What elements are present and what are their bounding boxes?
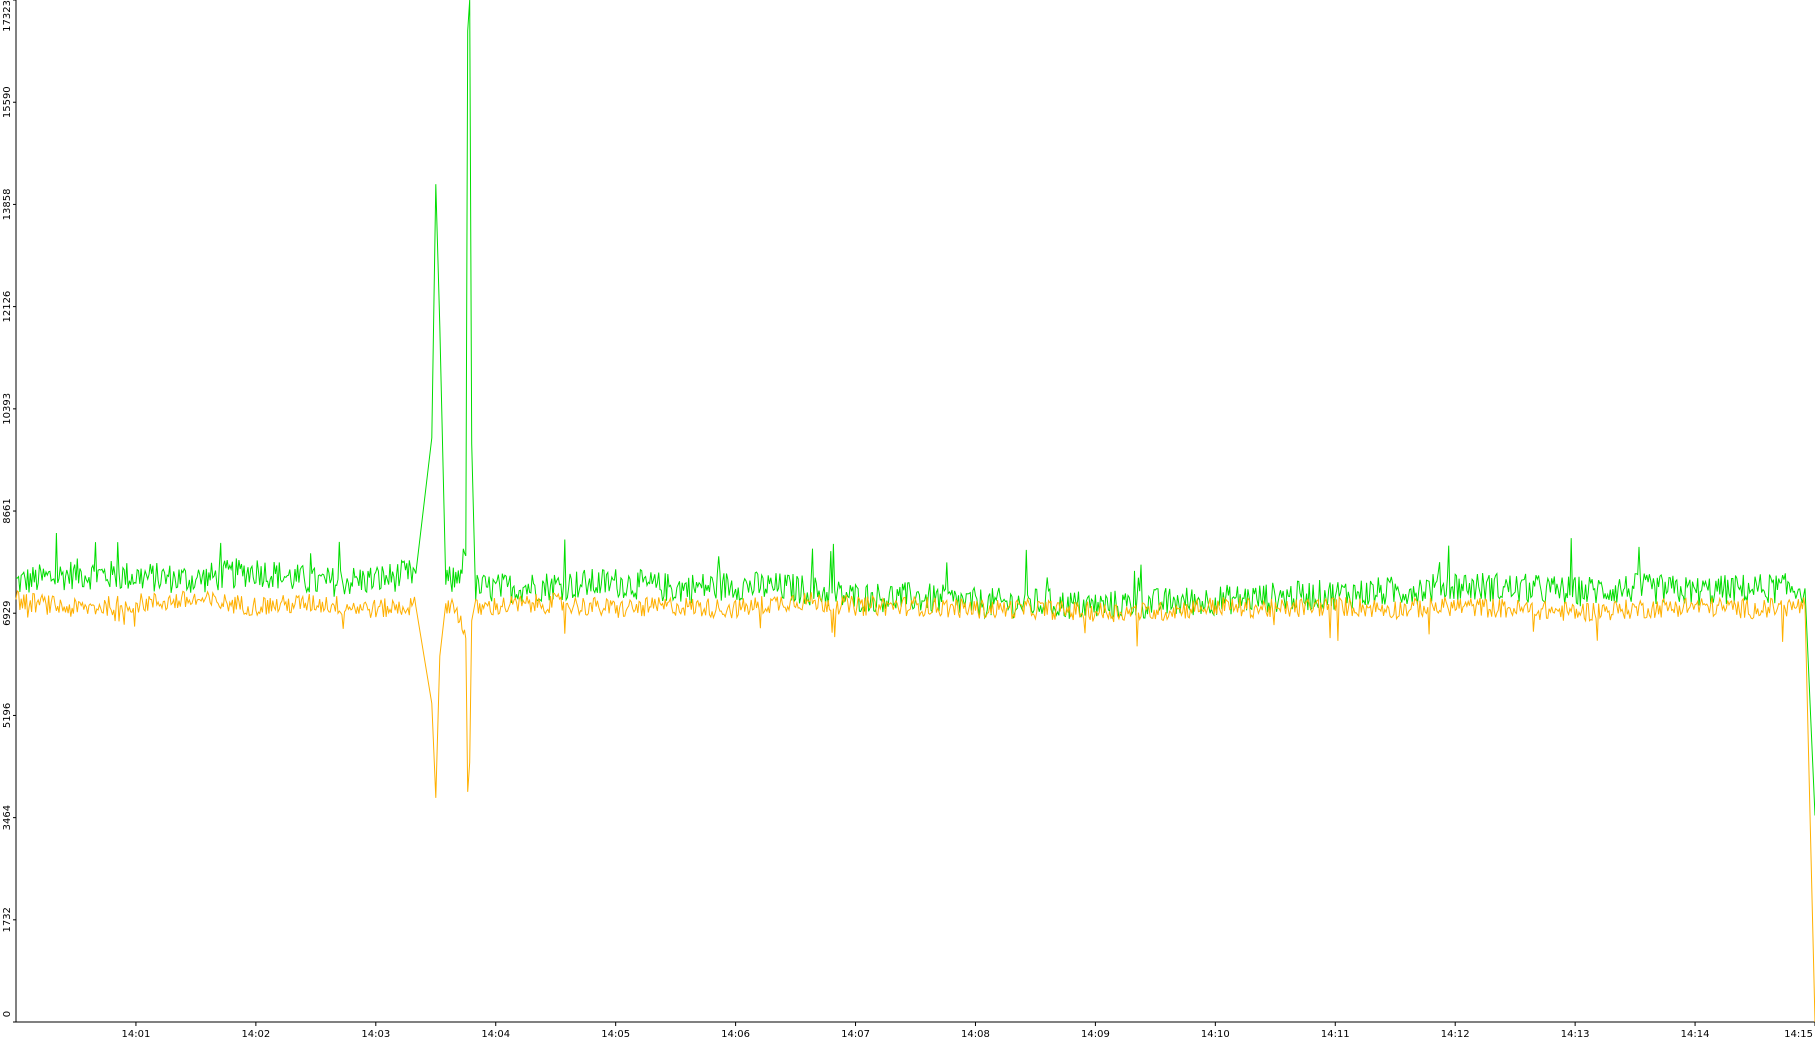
x-tick-label: 14:14 xyxy=(1681,1029,1710,1039)
y-tick-label: 5196 xyxy=(2,703,13,728)
y-tick-label: 6929 xyxy=(2,600,13,625)
x-tick-label: 14:08 xyxy=(961,1029,990,1039)
x-tick-label: 14:02 xyxy=(241,1029,270,1039)
x-tick-label: 14:07 xyxy=(841,1029,870,1039)
x-tick-label: 14:05 xyxy=(601,1029,630,1039)
x-tick-label: 14:13 xyxy=(1561,1029,1590,1039)
x-tick-label: 14:11 xyxy=(1321,1029,1350,1039)
y-tick-label: 0 xyxy=(2,1011,13,1017)
chart: 0 1732 3464 5196 6929 8661 10393 12126 13858 1559… xyxy=(0,0,1815,1039)
y-tick-label: 1732 xyxy=(2,907,13,932)
x-tick-label: 14:15 xyxy=(1784,1029,1813,1039)
y-tick-label: 15590 xyxy=(2,86,13,118)
x-tick-label: 14:10 xyxy=(1201,1029,1230,1039)
y-tick-label: 17323 xyxy=(2,0,13,32)
x-tick-label: 14:03 xyxy=(361,1029,390,1039)
x-tick-label: 14:01 xyxy=(122,1029,151,1039)
y-tick-label: 12126 xyxy=(2,291,13,323)
y-tick-label: 3464 xyxy=(2,805,13,830)
y-tick-label: 8661 xyxy=(2,498,13,523)
x-tick-label: 14:04 xyxy=(481,1029,510,1039)
x-tick-label: 14:12 xyxy=(1441,1029,1470,1039)
x-tick-label: 14:06 xyxy=(721,1029,750,1039)
y-tick-label: 10393 xyxy=(2,393,13,425)
y-tick-label: 13858 xyxy=(2,189,13,221)
plot-background xyxy=(0,0,1815,1039)
x-tick-label: 14:09 xyxy=(1081,1029,1110,1039)
